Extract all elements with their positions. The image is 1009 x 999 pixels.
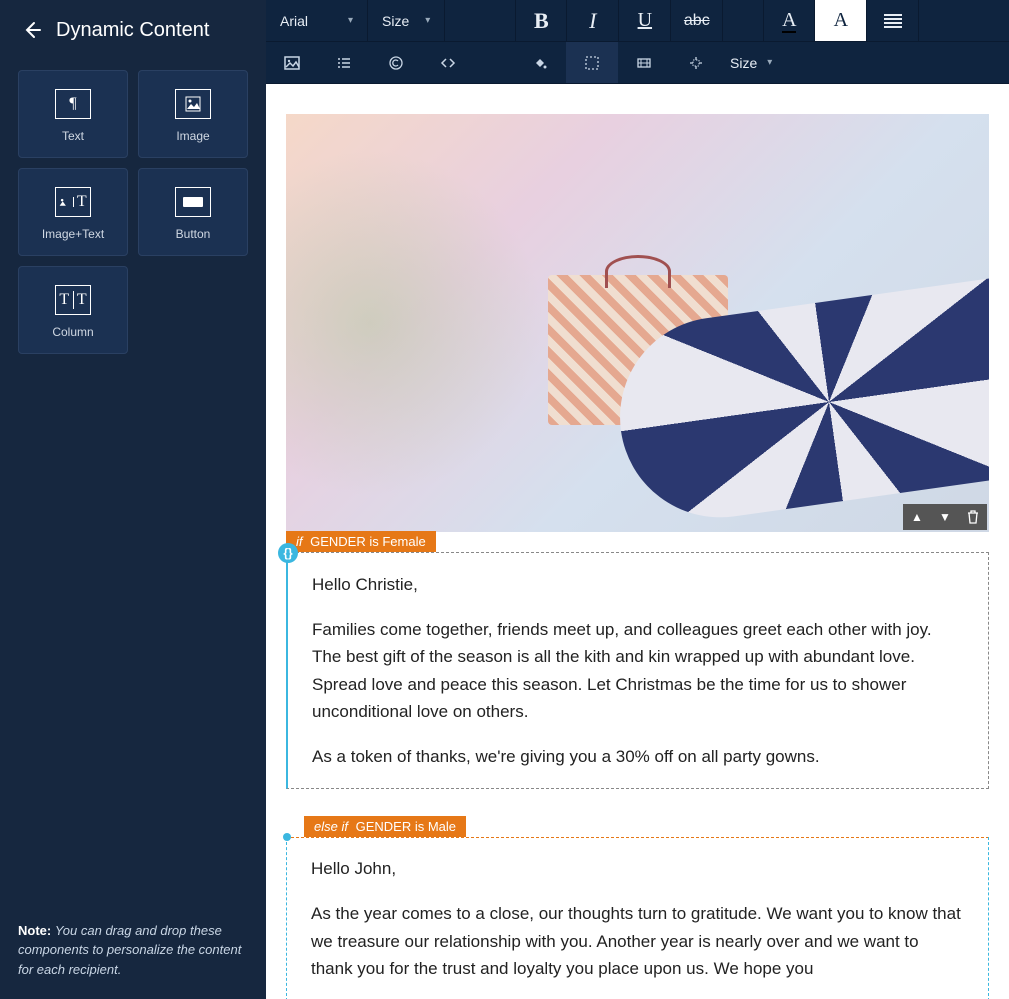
dynamic-block-male[interactable]: Hello John, As the year comes to a close… [286,837,989,999]
spacing-button[interactable] [670,42,722,83]
background-color-button[interactable]: A [815,0,867,41]
editor-canvas[interactable]: ▲ ▼ if GENDER is Female {} Hello Christi… [266,84,1009,999]
toolbar-text: Arial ▾ Size ▾ B I U abc A A [266,0,1009,42]
font-size-label: Size [382,13,409,29]
fill-button[interactable] [514,42,566,83]
component-label: Text [62,129,84,143]
sidebar-header: Dynamic Content [0,0,266,60]
if-condition-tag[interactable]: if GENDER is Female [286,531,436,552]
border-dashed-button[interactable] [566,42,618,83]
column-icon: TT [55,285,91,315]
strikethrough-button[interactable]: abc [671,0,723,41]
condition-text: GENDER is Female [310,534,426,549]
body-paragraph: As a token of thanks, we're giving you a… [312,743,964,770]
back-arrow-button[interactable] [20,18,44,42]
chevron-down-icon: ▾ [767,57,772,68]
component-label: Image+Text [42,227,104,241]
bold-button[interactable]: B [515,0,567,41]
greeting-text: Hello John, [311,855,964,882]
delete-button[interactable] [959,504,987,530]
padding-button[interactable] [618,42,670,83]
move-down-button[interactable]: ▼ [931,504,959,530]
copyright-button[interactable] [370,42,422,83]
align-button[interactable] [867,0,919,41]
note-label: Note: [18,923,51,938]
list-button[interactable] [318,42,370,83]
component-imagetext[interactable]: T Image+Text [18,168,128,256]
elseif-condition-tag[interactable]: else if GENDER is Male [304,816,466,837]
condition-keyword: else if [314,819,348,834]
chevron-down-icon: ▾ [425,15,430,26]
dynamic-block-female[interactable]: {} Hello Christie, Families come togethe… [286,552,989,789]
component-label: Image [176,129,209,143]
color-group: A A [763,0,919,41]
button-icon [175,187,211,217]
component-label: Column [52,325,93,339]
block-size-select[interactable]: Size ▾ [722,55,780,71]
underline-button[interactable]: U [619,0,671,41]
component-button[interactable]: Button [138,168,248,256]
dynamic-content-male[interactable]: Hello John, As the year comes to a close… [287,837,988,999]
text-style-group: B I U abc [515,0,723,41]
italic-button[interactable]: I [567,0,619,41]
component-image[interactable]: Image [138,70,248,158]
font-size-select[interactable]: Size ▾ [368,0,445,41]
component-label: Button [176,227,211,241]
block-actions: ▲ ▼ [903,504,987,530]
chevron-down-icon: ▾ [348,15,353,26]
sidebar-note: Note: You can drag and drop these compon… [18,921,248,980]
font-color-button[interactable]: A [763,0,815,41]
main: Arial ▾ Size ▾ B I U abc A A [266,0,1009,999]
hero-image[interactable]: ▲ ▼ [286,114,989,532]
image-icon [175,89,211,119]
move-up-button[interactable]: ▲ [903,504,931,530]
condition-keyword: if [296,534,303,549]
toolbar-insert: Size ▾ [266,42,1009,84]
condition-text: GENDER is Male [356,819,456,834]
component-column[interactable]: TT Column [18,266,128,354]
size-label-text: Size [730,55,757,71]
sidebar-title: Dynamic Content [56,19,209,42]
note-text: You can drag and drop these components t… [18,923,241,977]
sidebar: Dynamic Content ¶ Text Image T Image+Tex… [0,0,266,999]
image-text-icon: T [55,187,91,217]
insert-image-button[interactable] [266,42,318,83]
font-family-select[interactable]: Arial ▾ [266,0,368,41]
body-paragraph: Families come together, friends meet up,… [312,616,964,725]
body-paragraph: As the year comes to a close, our though… [311,900,964,982]
component-grid: ¶ Text Image T Image+Text Button TT Colu… [0,60,266,364]
html-button[interactable] [422,42,474,83]
font-family-value: Arial [280,13,308,29]
component-text[interactable]: ¶ Text [18,70,128,158]
brace-marker-icon[interactable]: {} [278,543,298,563]
greeting-text: Hello Christie, [312,571,964,598]
dynamic-content-female[interactable]: Hello Christie, Families come together, … [288,553,988,788]
paragraph-icon: ¶ [55,89,91,119]
